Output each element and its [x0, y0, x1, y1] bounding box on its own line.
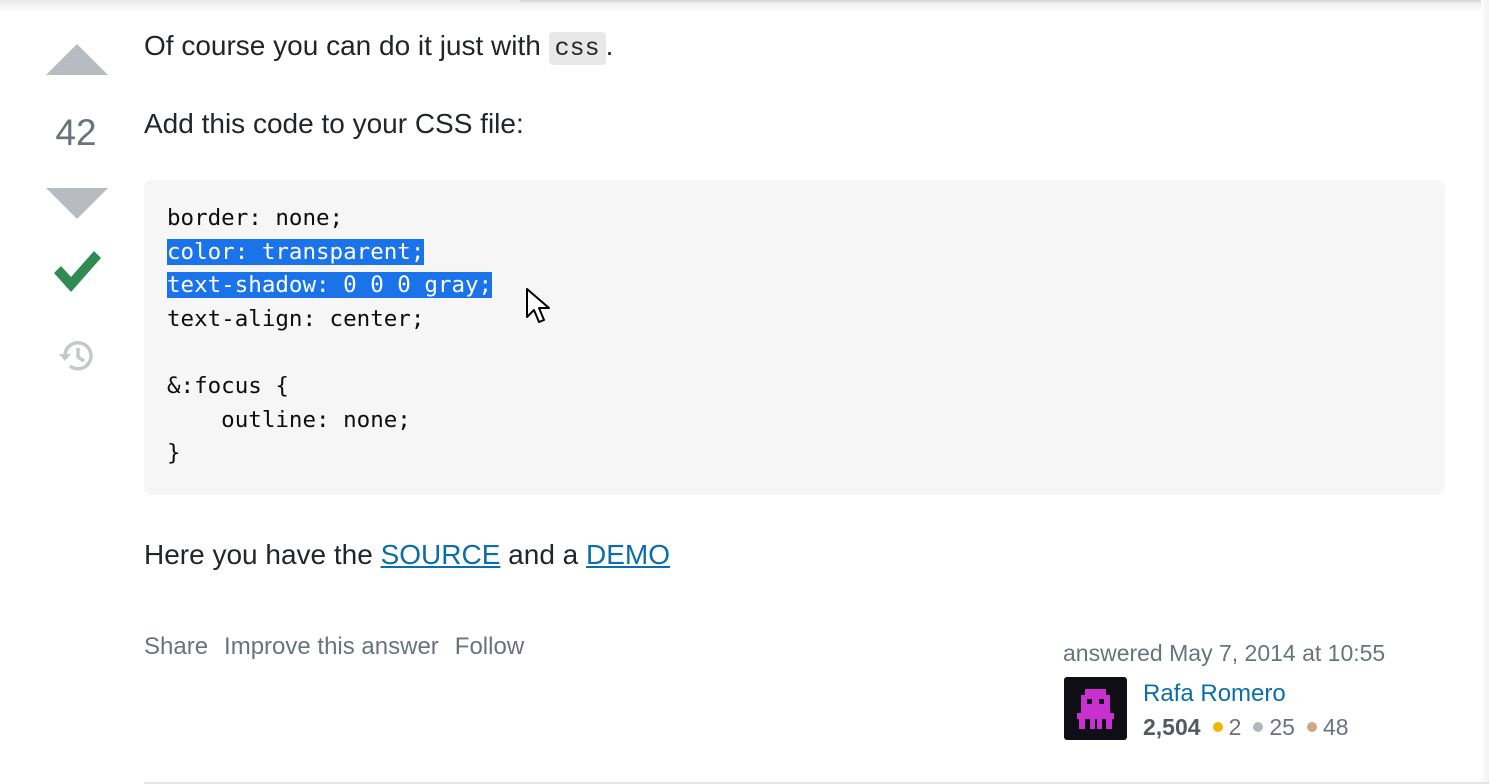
silver-badge-icon — [1253, 721, 1264, 732]
answer-paragraph-3: Here you have the SOURCE and a DEMO — [144, 539, 671, 570]
bronze-badge: 48 — [1306, 714, 1349, 740]
answer-paragraph-2: Add this code to your CSS file: — [144, 108, 524, 139]
avatar-figure-icon — [1077, 689, 1114, 729]
gold-badge-icon — [1212, 721, 1223, 732]
code-line: outline: none; — [167, 406, 411, 433]
top-divider — [520, 0, 1489, 2]
vote-up-icon[interactable] — [46, 44, 108, 75]
gold-badge: 2 — [1212, 714, 1241, 740]
improve-answer-link[interactable]: Improve this answer — [224, 633, 439, 660]
source-link[interactable]: SOURCE — [381, 539, 501, 570]
code-line: color: transparent; — [167, 236, 492, 270]
page-edge-shadow — [1481, 0, 1489, 784]
selected-text: color: transparent; — [167, 238, 425, 265]
inline-code-css: css — [548, 32, 606, 65]
follow-link[interactable]: Follow — [455, 633, 524, 660]
share-link[interactable]: Share — [144, 633, 208, 660]
code-line: text-shadow: 0 0 0 gray; — [167, 269, 493, 303]
silver-badge: 25 — [1253, 714, 1295, 740]
demo-link[interactable]: DEMO — [586, 539, 670, 570]
code-content[interactable]: border: none; color: transparent; text-sha… — [167, 202, 493, 471]
bronze-badge-icon — [1306, 721, 1317, 732]
answered-timestamp: answered May 7, 2014 at 10:55 — [1063, 640, 1386, 666]
answer-paragraph-1: Of course you can do it just with css. — [144, 30, 614, 65]
history-icon[interactable] — [57, 336, 97, 376]
code-line: } — [167, 440, 181, 467]
vote-count: 42 — [55, 112, 97, 153]
top-bar — [0, 0, 1489, 12]
code-line: text-align: center; — [167, 305, 425, 332]
selected-text: text-shadow: 0 0 0 gray; — [167, 272, 493, 299]
avatar[interactable] — [1064, 677, 1127, 740]
reputation-score: 2,504 — [1143, 714, 1201, 740]
code-block[interactable]: border: none; color: transparent; text-sha… — [144, 180, 1445, 495]
mouse-cursor-icon — [526, 288, 550, 323]
vote-down-icon[interactable] — [46, 188, 108, 219]
user-stats: 2,504 2 25 48 — [1143, 714, 1361, 741]
user-name-link[interactable]: Rafa Romero — [1143, 680, 1286, 708]
accepted-check-icon — [54, 251, 101, 292]
code-line: &:focus { — [167, 372, 289, 399]
code-line: border: none; — [167, 205, 344, 231]
post-menu: Share Improve this answer Follow — [144, 633, 540, 661]
